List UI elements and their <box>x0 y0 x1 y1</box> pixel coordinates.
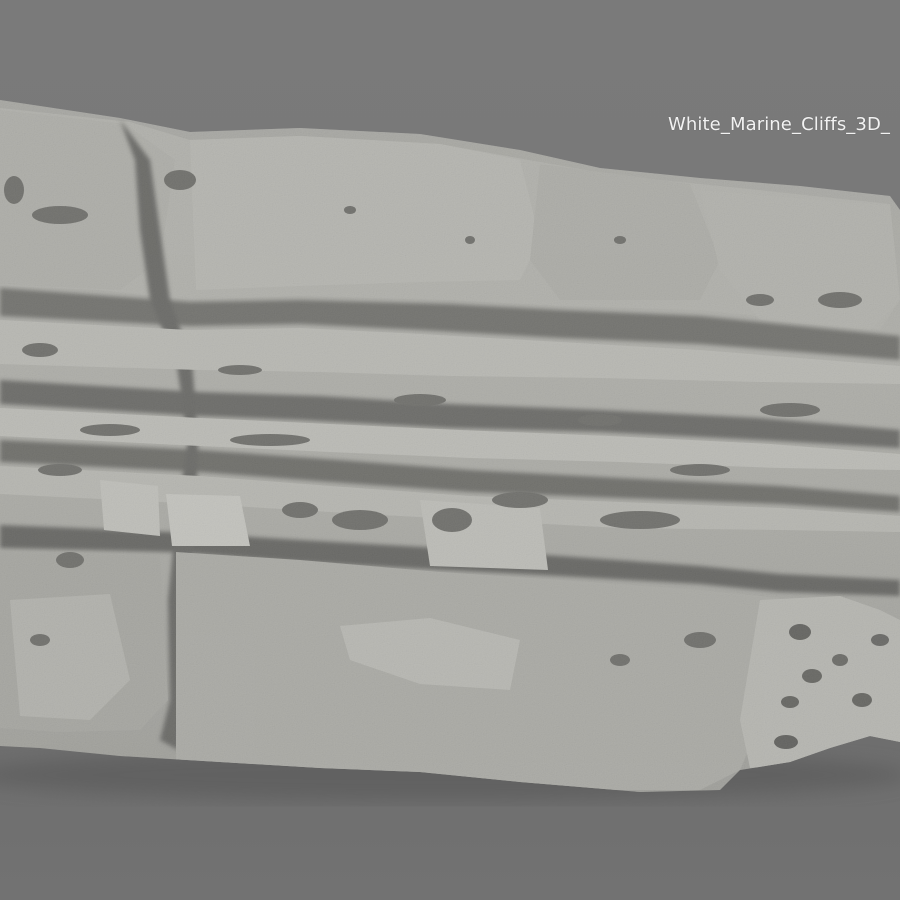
render-viewport: White_Marine_Cliffs_3D_ <box>0 0 900 900</box>
rock-cliff-render <box>0 100 900 801</box>
model-caption: White_Marine_Cliffs_3D_ <box>668 114 891 135</box>
rock-texture <box>0 100 900 792</box>
